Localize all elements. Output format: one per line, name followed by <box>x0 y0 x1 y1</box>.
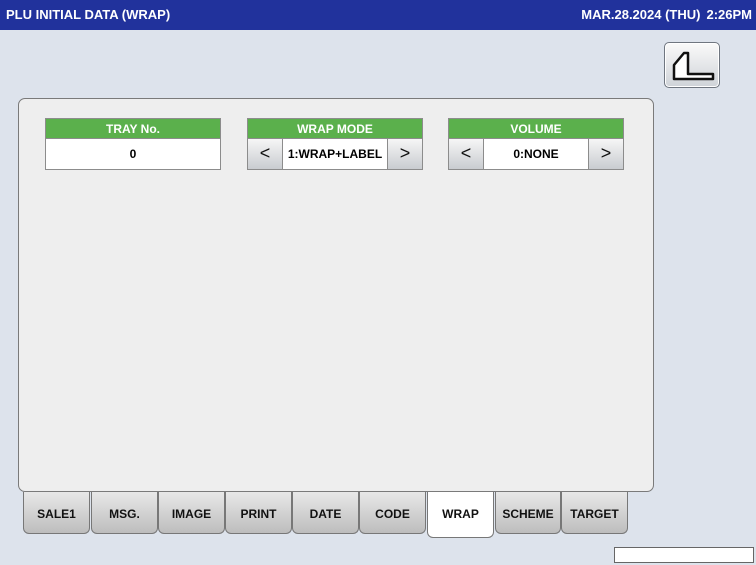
wrap-mode-value: 1:WRAP+LABEL <box>287 147 383 161</box>
tray-no-input[interactable]: 0 <box>45 138 221 170</box>
tab-date[interactable]: DATE <box>292 492 359 534</box>
volume-next-button[interactable]: > <box>588 139 623 169</box>
wrap-mode-next-button[interactable]: > <box>387 139 422 169</box>
volume-prev-button[interactable]: < <box>449 139 484 169</box>
tab-target[interactable]: TARGET <box>561 492 628 534</box>
tab-scheme[interactable]: SCHEME <box>495 492 561 534</box>
volume-value: 0:NONE <box>513 147 559 161</box>
volume-field: VOLUME < 0:NONE > <box>448 118 624 172</box>
return-arrow-icon <box>672 51 715 81</box>
wrap-mode-selector: < 1:WRAP+LABEL > <box>247 138 423 170</box>
tab-print[interactable]: PRINT <box>225 492 292 534</box>
tab-msg[interactable]: MSG. <box>91 492 158 534</box>
page-title: PLU INITIAL DATA (WRAP) <box>6 7 171 22</box>
tab-code[interactable]: CODE <box>359 492 426 534</box>
tab-wrap[interactable]: WRAP <box>427 492 494 538</box>
title-bar: PLU INITIAL DATA (WRAP) MAR.28.2024 (THU… <box>0 0 756 30</box>
tab-image[interactable]: IMAGE <box>158 492 225 534</box>
tab-sale1[interactable]: SALE1 <box>23 492 90 534</box>
date-text: MAR.28.2024 (THU) <box>581 7 701 22</box>
back-button[interactable] <box>664 42 720 88</box>
tray-no-value: 0 <box>129 147 137 161</box>
status-box <box>614 547 754 563</box>
volume-selector: < 0:NONE > <box>448 138 624 170</box>
time-text: 2:26PM <box>706 7 752 22</box>
datetime-display: MAR.28.2024 (THU) 2:26PM <box>581 7 752 22</box>
tray-no-label: TRAY No. <box>45 118 221 138</box>
wrap-mode-field: WRAP MODE < 1:WRAP+LABEL > <box>247 118 423 172</box>
wrap-mode-label: WRAP MODE <box>247 118 423 138</box>
wrap-mode-prev-button[interactable]: < <box>248 139 283 169</box>
volume-label: VOLUME <box>448 118 624 138</box>
tray-no-field: TRAY No. 0 <box>45 118 221 172</box>
